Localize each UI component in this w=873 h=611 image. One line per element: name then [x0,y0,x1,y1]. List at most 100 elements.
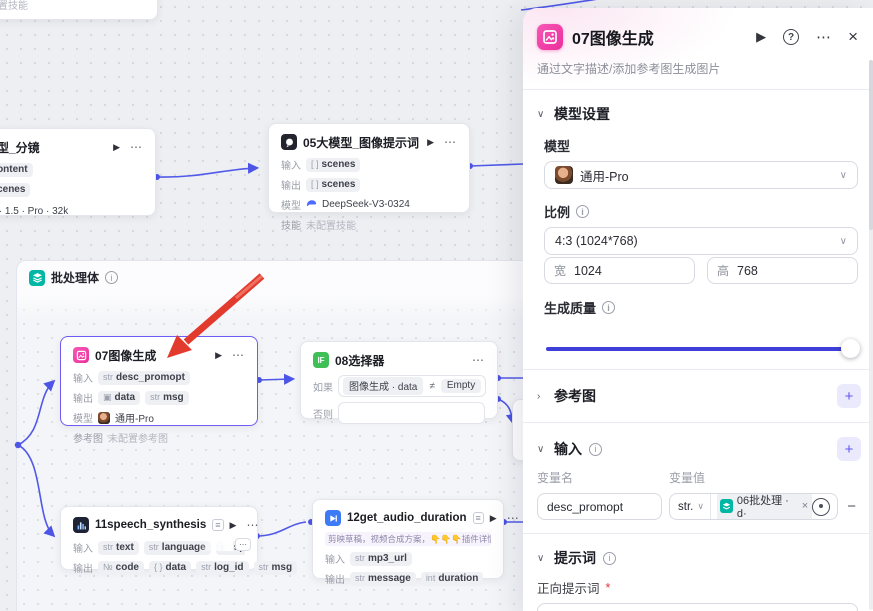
chevron-down-icon: ∨ [537,109,547,120]
remove-reference-icon[interactable]: × [802,500,808,512]
node-more-button[interactable]: ⋯ [232,348,245,362]
speech-node[interactable]: 11speech_synthesis ≡ ▶ ⋯ 输入 strtext strl… [60,506,258,570]
node-run-button[interactable]: ▶ [215,350,222,361]
node-title: 大模型_分镜 [0,139,40,156]
node-run-button[interactable]: ▶ [427,137,434,148]
close-panel-button[interactable]: × [848,27,858,47]
var-name-field[interactable] [537,493,662,520]
input-section-header[interactable]: ∨ 输入 i + [523,423,873,467]
skill-row-label: 技能 [281,217,301,232]
input-row-label: 输入 [73,370,93,385]
reference-value-tag[interactable]: 06批处理 · d· × [717,493,812,520]
selector-node[interactable]: IF 08选择器 ⋯ 如果 图像生成 · data ≠ Empty 否则 [300,341,498,419]
slider-thumb[interactable] [841,339,860,358]
help-icon[interactable]: ? [783,29,799,45]
model-row-label: 模型 [281,197,301,212]
var-type-select[interactable]: str. ∨ [670,494,711,519]
output-row-label: 输出 [281,177,301,192]
panel-title: 07图像生成 [572,25,747,49]
model-avatar [98,412,110,424]
width-input[interactable] [574,264,644,278]
model-label: 模型 [544,128,858,161]
width-field[interactable]: 宽 [544,257,695,284]
info-icon: i [105,271,118,284]
ratio-label: 比例i [544,189,858,227]
model-select[interactable]: 通用-Pro ∨ [544,161,858,189]
node-more-button[interactable]: ⋯ [507,511,520,525]
node-more-button[interactable]: ⋯ [444,135,457,149]
model-row-value: 通用-Pro [115,410,154,425]
more-menu-button[interactable]: ⋯ [816,28,831,46]
skill-row-value: 未配置技能 [306,217,356,232]
storyboard-node[interactable]: 大模型_分镜 ▶ ⋯ 输入 [ ]content 输出 [ ]scenes 模型… [0,128,156,216]
output-row-label: 输出 [73,390,93,405]
batch-layers-icon [29,270,45,286]
condition-box[interactable]: 图像生成 · data ≠ Empty [338,375,486,397]
skill-row-value: 未配置技能 [0,0,28,12]
prompt-llm-node[interactable]: 05大模型_图像提示词 ▶ ⋯ 输入 [ ]scenes 输出 [ ]scene… [268,123,470,213]
remove-row-button[interactable]: − [845,498,858,515]
model-settings-section-header[interactable]: ∨ 模型设置 [523,90,873,128]
ratio-value: 4:3 (1024*768) [555,234,638,248]
positive-prompt-textarea[interactable]: 古代惊悚插画风格：{{desc_promopt}} [537,603,858,611]
tag-mp3-url: strmp3_url [350,552,412,566]
partial-node-top[interactable]: 技能 未配置技能 [0,0,158,20]
node-title: 11speech_synthesis [95,519,206,531]
tag-msg: strmsg [145,391,189,405]
node-description: 剪映草稿，视频合成方案，👇👇👇插件详情页查看案例 [325,532,491,546]
speech-icon [73,517,89,533]
batch-layers-icon [720,499,733,513]
reference-section-header[interactable]: › 参考图 + [523,370,873,422]
chevron-down-icon: ∨ [697,501,704,512]
tag-log-id: strlog_id [196,561,248,575]
var-value-field[interactable]: str. ∨ 06批处理 · d· × [669,493,838,520]
plugin-badge-icon: ≡ [212,519,223,531]
node-run-button[interactable]: ▶ [113,142,120,153]
height-prefix: 高 [717,262,729,279]
ratio-select[interactable]: 4:3 (1024*768) ∨ [544,227,858,255]
node-more-button[interactable]: ⋯ [130,140,143,154]
node-title: 05大模型_图像提示词 [303,134,419,151]
node-title: 08选择器 [335,352,384,369]
chevron-right-icon: › [537,391,547,402]
tag-content: [ ]content [0,163,33,177]
workflow-canvas[interactable]: 批处理体 i 技能 未配置技能 [0,0,873,611]
tag-duration: intduration [421,572,484,586]
tag-scenes: [ ]scenes [306,178,360,192]
else-box[interactable] [338,402,485,424]
reference-mode-toggle-icon[interactable] [812,498,830,516]
chevron-down-icon: ∨ [537,444,547,455]
overflow-more-button[interactable]: ⋯ [235,538,251,551]
node-more-button[interactable]: ⋯ [472,353,485,367]
height-field[interactable]: 高 [707,257,858,284]
batch-group-title: 批处理体 [51,269,99,286]
image-gen-node[interactable]: 07图像生成 ▶ ⋯ 输入 strdesc_promopt 输出 ▣data s… [60,336,258,426]
audio-plugin-icon [325,510,341,526]
add-reference-button[interactable]: + [837,384,861,408]
chevron-down-icon: ∨ [840,170,847,181]
tag-msg: strmsg [254,561,298,575]
image-gen-icon [73,347,89,363]
add-input-button[interactable]: + [837,437,861,461]
chevron-down-icon: ∨ [537,553,547,564]
audio-duration-node[interactable]: 12get_audio_duration ≡ ▶ ⋯ 剪映草稿，视频合成方案，👇… [312,499,504,579]
if-icon: IF [313,352,329,368]
tag-data: ▣data [98,391,140,405]
llm-icon [281,134,297,150]
width-prefix: 宽 [554,262,566,279]
output-row-label: 输出 [73,560,93,575]
panel-scrollbar[interactable] [869,60,873,610]
deepseek-icon [306,199,317,211]
run-node-button[interactable]: ▶ [756,29,766,45]
info-icon: i [589,443,602,456]
node-run-button[interactable]: ▶ [230,520,237,531]
node-run-button[interactable]: ▶ [490,513,497,524]
node-more-button[interactable]: ⋯ [246,518,259,532]
height-input[interactable] [737,264,807,278]
quality-slider[interactable] [546,339,856,359]
var-name-input[interactable] [547,500,652,514]
condition-left: 图像生成 · data [343,377,423,395]
prompt-section-header[interactable]: ∨ 提示词 i [523,534,873,570]
scrollbar-thumb[interactable] [869,60,873,230]
tag-scenes: [ ]scenes [0,183,30,197]
